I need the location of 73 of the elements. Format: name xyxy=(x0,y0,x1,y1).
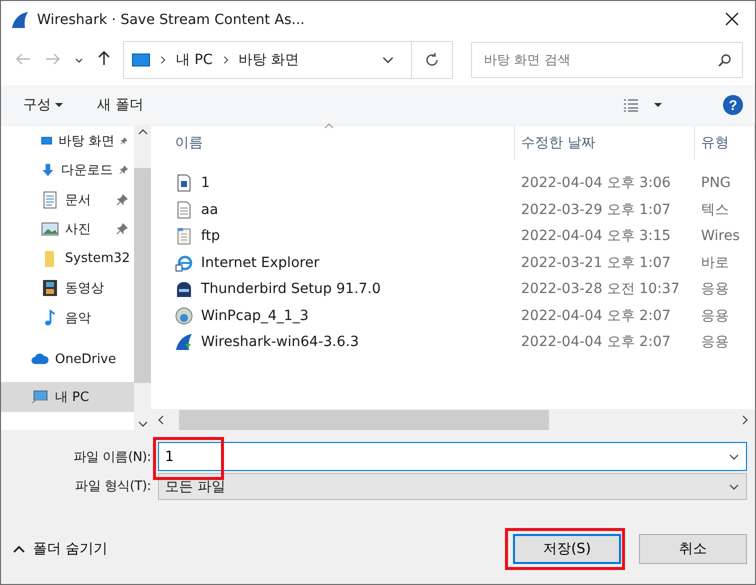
file-type: 텍스 xyxy=(700,200,730,219)
sidebar-item[interactable]: 다운로드 xyxy=(1,156,134,185)
film-icon xyxy=(41,279,59,298)
sidebar-item[interactable]: 사진 xyxy=(1,214,134,244)
help-button[interactable]: ? xyxy=(723,95,743,115)
modified-date: 2022-04-04 오후 2:07 xyxy=(520,306,672,325)
picture-icon xyxy=(41,220,59,238)
file-name[interactable]: WinPcap_4_1_3 xyxy=(201,308,309,324)
caret-icon xyxy=(55,102,63,108)
window-title: Wireshark · Save Stream Content As... xyxy=(37,12,306,28)
save-button[interactable]: 저장(S) xyxy=(513,534,621,564)
column-header[interactable]: 이름 xyxy=(175,126,515,160)
folder-icon xyxy=(45,250,54,267)
file-name-input[interactable]: 1 xyxy=(165,448,728,464)
file-name[interactable]: Thunderbird Setup 91.7.0 xyxy=(201,281,381,298)
browser-icon xyxy=(175,254,193,272)
search-icon xyxy=(718,53,732,67)
column-header[interactable]: 유형 xyxy=(695,126,755,160)
cancel-button[interactable]: 취소 xyxy=(639,534,747,564)
refresh-icon xyxy=(424,52,440,68)
sidebar-item[interactable]: System32 xyxy=(1,244,134,274)
breadcrumb-item[interactable]: 바탕 화면 xyxy=(238,51,300,69)
modified-date: 2022-03-28 오전 10:37 xyxy=(520,280,681,298)
modified-date: 2022-04-04 오후 3:15 xyxy=(520,227,672,246)
sidebar-item[interactable]: OneDrive xyxy=(1,344,134,374)
file-name[interactable]: ftp xyxy=(201,228,220,244)
text-file-icon xyxy=(175,200,193,219)
shark-fin-icon xyxy=(175,333,193,352)
sidebar-item[interactable]: 내 PC xyxy=(1,382,134,412)
file-type: 응용 xyxy=(700,333,730,352)
field-label: 파일 형식(T): xyxy=(74,478,152,494)
sidebar-item[interactable]: 바탕 화면 xyxy=(1,126,134,156)
image-file-icon xyxy=(175,174,193,192)
computer-icon xyxy=(31,388,49,406)
modified-date: 2022-04-04 오후 3:06 xyxy=(520,174,672,192)
column-header[interactable]: 수정한 날짜 xyxy=(515,126,695,160)
sidebar-item[interactable]: 문서 xyxy=(1,185,134,214)
hide-folders-button[interactable]: 폴더 숨기기 xyxy=(13,540,108,558)
caret-up-icon xyxy=(13,545,25,553)
new-folder-button[interactable]: 새 폴더 xyxy=(97,96,144,114)
file-type: 바로 xyxy=(700,254,730,272)
scrollbar[interactable] xyxy=(134,126,151,430)
file-type-dropdown[interactable]: 모든 파일 xyxy=(158,473,747,500)
organize-menu[interactable]: 구성 xyxy=(23,96,63,114)
close-icon xyxy=(725,12,739,26)
address-bar[interactable]: 내 PC 바탕 화면 xyxy=(123,41,412,79)
file-name-combo[interactable]: 1 xyxy=(158,442,747,471)
breadcrumb-item[interactable]: 내 PC xyxy=(176,51,213,69)
file-type: 응용 xyxy=(700,306,730,325)
file-name[interactable]: aa xyxy=(201,202,218,218)
chevron-icon xyxy=(158,55,168,65)
search-box[interactable]: 바탕 화면 검색 xyxy=(471,42,743,78)
file-name[interactable]: Wireshark-win64-3.6.3 xyxy=(201,334,359,350)
scrollbar[interactable] xyxy=(151,409,755,430)
file-name[interactable]: 1 xyxy=(201,175,210,192)
spreadsheet-file-icon xyxy=(175,227,193,246)
sidebar-item[interactable]: 음악 xyxy=(1,303,134,332)
view-options-button[interactable] xyxy=(623,98,663,112)
sidebar-item[interactable]: 동영상 xyxy=(1,274,134,303)
file-type: 응용 xyxy=(700,280,730,298)
modified-date: 2022-03-21 오후 1:07 xyxy=(520,254,672,272)
field-label: 파일 이름(N): xyxy=(72,448,152,466)
modified-date: 2022-04-04 오후 2:07 xyxy=(520,333,672,352)
modified-date: 2022-03-29 오후 1:07 xyxy=(520,200,672,219)
monitor-icon xyxy=(132,53,150,67)
shark-fin-icon xyxy=(11,11,29,29)
globe-icon xyxy=(175,306,193,325)
refresh-button[interactable] xyxy=(412,41,453,79)
document-icon xyxy=(41,190,59,209)
file-type: Wires xyxy=(700,228,741,244)
file-name[interactable]: Internet Explorer xyxy=(201,254,320,271)
file-type: PNG xyxy=(700,175,732,192)
installer-icon xyxy=(175,280,193,298)
